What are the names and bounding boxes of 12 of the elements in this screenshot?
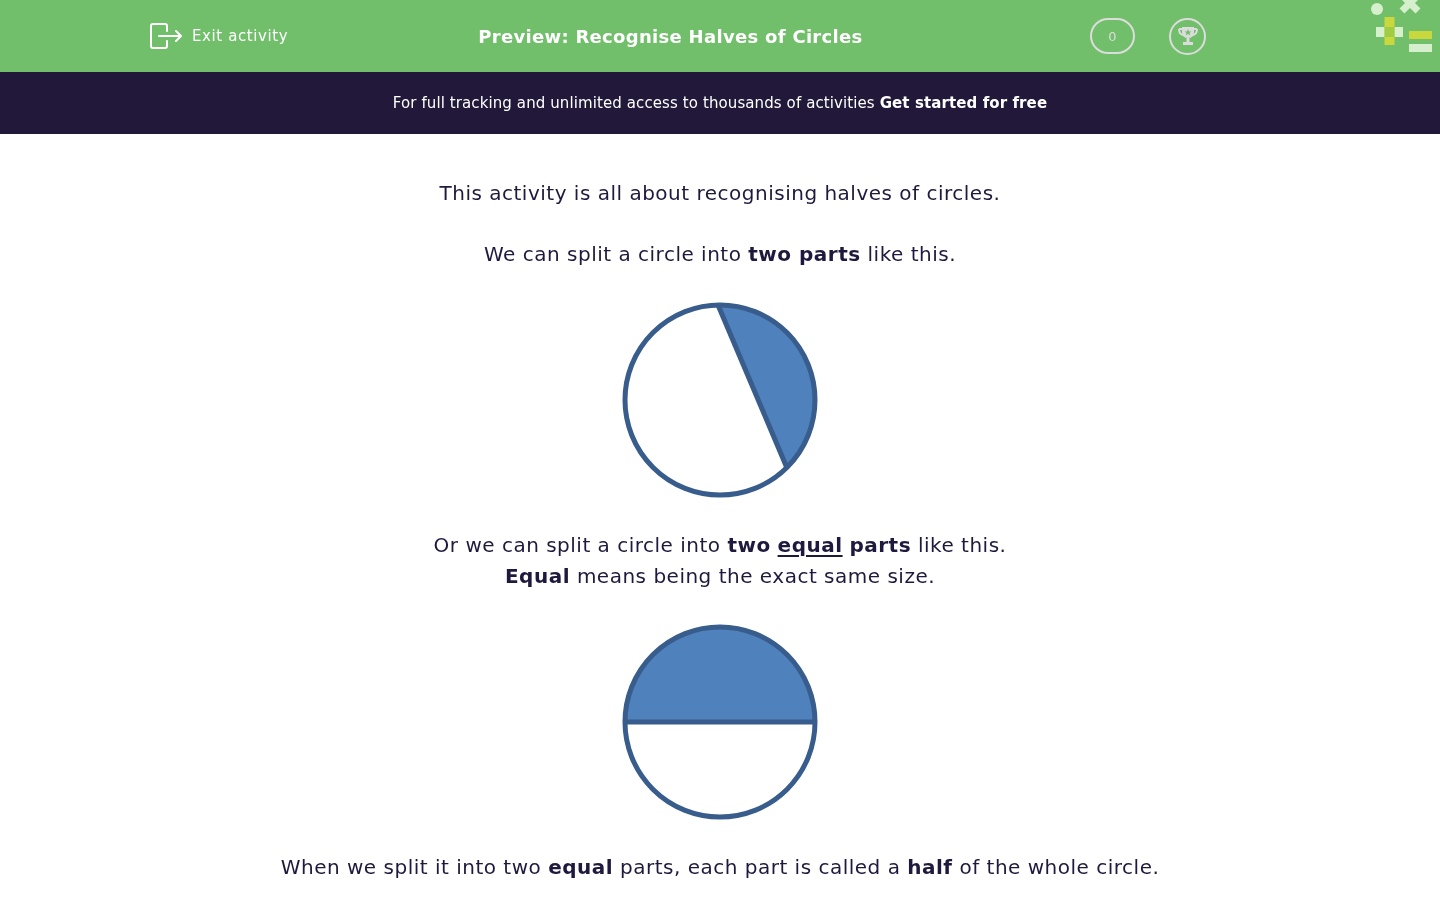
body-text: Or we can split a circle into two equal parts like this. (433, 532, 1007, 559)
body-text: When we split it into two equal parts, each part is called a half of the whole circle. (280, 854, 1160, 881)
get-started-link[interactable]: Get started for free (879, 94, 1048, 112)
body-text: This activity is all about recognising halves of circles. (439, 180, 1001, 207)
banner-message: For full tracking and unlimited access to thousands of activities Get started for free (392, 94, 1048, 112)
exit-icon (150, 23, 183, 49)
trophy-button[interactable] (1169, 17, 1206, 55)
score-counter: 0 (1090, 18, 1135, 54)
body-text: Equal means being the exact same size. (504, 563, 936, 590)
body-text: We can split a circle into two parts like this. (483, 241, 957, 268)
trophy-icon (1176, 26, 1199, 46)
activity-title: Preview: Recognise Halves of Circles (478, 25, 863, 47)
